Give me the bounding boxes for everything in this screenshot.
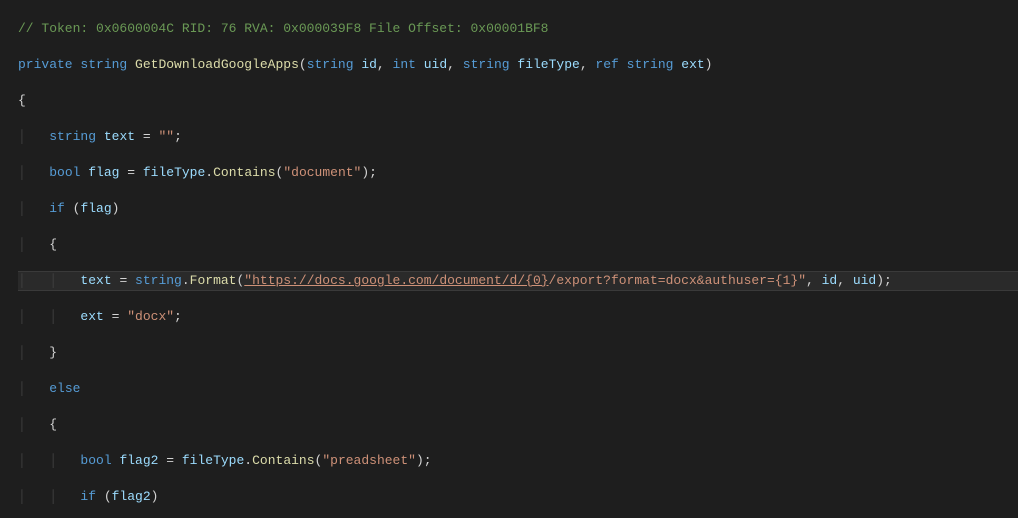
type-keyword: string — [80, 57, 127, 72]
code-line[interactable]: │ { — [18, 416, 1018, 434]
code-line[interactable]: │ │ if (flag2) — [18, 488, 1018, 506]
code-line[interactable]: │ } — [18, 344, 1018, 362]
code-line[interactable]: │ │ bool flag2 = fileType.Contains("prea… — [18, 452, 1018, 470]
code-line[interactable]: │ if (flag) — [18, 200, 1018, 218]
method-name: GetDownloadGoogleApps — [135, 57, 299, 72]
code-line[interactable]: │ │ ext = "docx"; — [18, 308, 1018, 326]
code-editor[interactable]: // Token: 0x0600004C RID: 76 RVA: 0x0000… — [0, 0, 1018, 518]
code-line[interactable]: // Token: 0x0600004C RID: 76 RVA: 0x0000… — [18, 20, 1018, 38]
code-line[interactable]: │ { — [18, 236, 1018, 254]
comment-token: // Token: 0x0600004C RID: 76 RVA: 0x0000… — [18, 21, 549, 36]
code-line[interactable]: private string GetDownloadGoogleApps(str… — [18, 56, 1018, 74]
code-line[interactable]: │ else — [18, 380, 1018, 398]
code-line[interactable]: │ string text = ""; — [18, 128, 1018, 146]
brace-open: { — [18, 93, 26, 108]
code-line[interactable]: │ bool flag = fileType.Contains("documen… — [18, 164, 1018, 182]
code-line[interactable]: { — [18, 92, 1018, 110]
url-string[interactable]: "https://docs.google.com/document/d/{0} — [244, 273, 548, 288]
code-line-current[interactable]: │ │ text = string.Format("https://docs.g… — [18, 271, 1018, 291]
keyword: private — [18, 57, 73, 72]
